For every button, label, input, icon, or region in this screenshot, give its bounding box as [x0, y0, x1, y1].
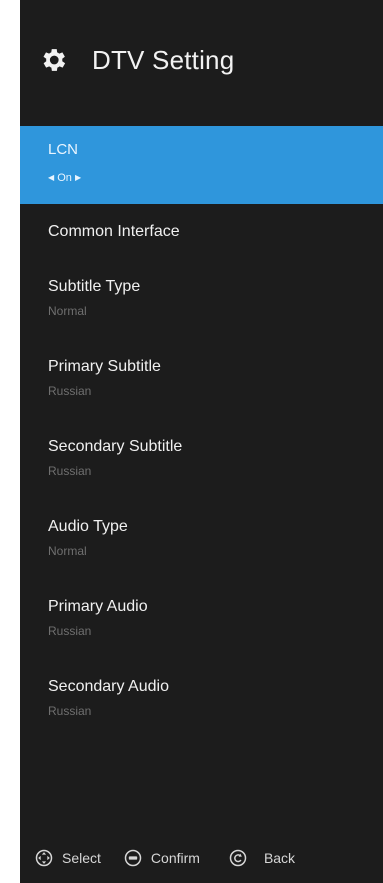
panel-header: DTV Setting: [20, 0, 383, 126]
menu-item-label: Subtitle Type: [48, 278, 141, 295]
menu-item-label: LCN: [48, 141, 79, 158]
dpad-icon: [35, 849, 53, 867]
menu-item-value: Normal: [48, 544, 87, 558]
settings-list: LCN ◀ On ▶ Common Interface Subtitle Typ…: [20, 126, 383, 737]
left-arrow-icon[interactable]: ◀: [48, 170, 54, 186]
back-hint: Back: [228, 848, 295, 868]
select-hint-label: Select: [62, 850, 101, 866]
menu-item-value: Russian: [48, 384, 92, 398]
menu-item-label: Primary Subtitle: [48, 358, 161, 375]
menu-item-subtitle-type[interactable]: Subtitle Type Normal: [20, 257, 383, 337]
right-arrow-icon[interactable]: ▶: [75, 170, 81, 186]
gear-icon: [43, 49, 66, 71]
menu-item-label: Secondary Subtitle: [48, 438, 183, 455]
menu-item-value: Normal: [48, 304, 87, 318]
menu-item-value: ◀ On ▶: [48, 170, 383, 186]
key-hints-bar: Select Confirm Back: [20, 833, 383, 883]
menu-item-value: Russian: [48, 464, 92, 478]
page-title: DTV Setting: [92, 45, 235, 75]
ok-button-icon: [124, 849, 142, 867]
back-hint-label: Back: [263, 850, 296, 866]
menu-item-label: Secondary Audio: [48, 678, 169, 695]
menu-item-audio-type[interactable]: Audio Type Normal: [20, 497, 383, 577]
menu-item-primary-subtitle[interactable]: Primary Subtitle Russian: [20, 337, 383, 417]
menu-item-label: Common Interface: [48, 223, 180, 240]
menu-item-primary-audio[interactable]: Primary Audio Russian: [20, 577, 383, 657]
dtv-setting-panel: DTV Setting LCN ◀ On ▶ Common Interface …: [20, 0, 383, 883]
menu-item-common-interface[interactable]: Common Interface: [20, 204, 383, 257]
menu-item-label: Audio Type: [48, 518, 128, 535]
select-hint: Select: [34, 848, 101, 868]
menu-item-value: Russian: [48, 704, 92, 718]
confirm-hint: Confirm: [123, 848, 200, 868]
confirm-hint-label: Confirm: [150, 850, 200, 866]
menu-item-value: Russian: [48, 624, 92, 638]
menu-item-secondary-subtitle[interactable]: Secondary Subtitle Russian: [20, 417, 383, 497]
menu-item-label: Primary Audio: [48, 598, 148, 615]
back-icon: [229, 849, 247, 867]
menu-item-secondary-audio[interactable]: Secondary Audio Russian: [20, 657, 383, 737]
menu-item-lcn[interactable]: LCN ◀ On ▶: [20, 126, 383, 204]
